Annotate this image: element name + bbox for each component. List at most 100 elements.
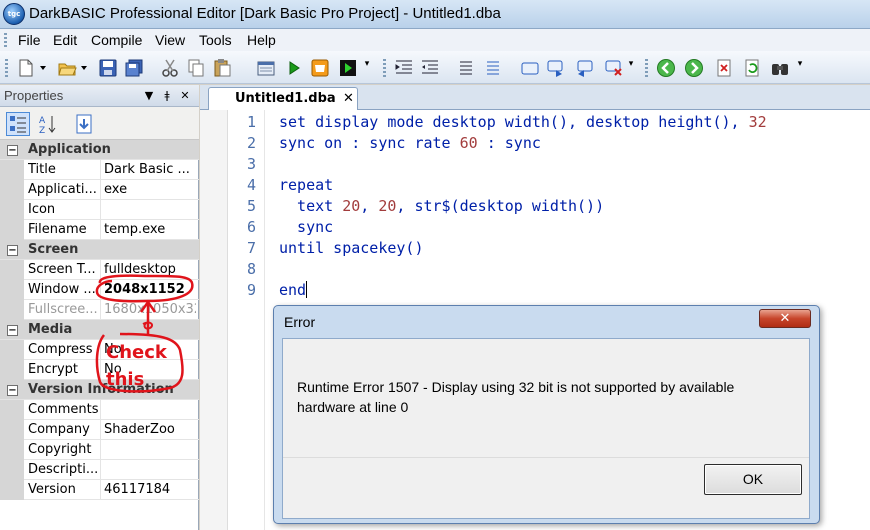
properties-panel: Properties ▼ ǂ ✕ AZ − Application Title Dar… xyxy=(0,85,199,530)
previous-bookmark-icon[interactable] xyxy=(574,58,594,78)
property-value[interactable]: ShaderZoo xyxy=(104,422,196,437)
property-category[interactable]: − Media xyxy=(0,320,199,340)
property-row[interactable]: Fullscree... 1680x1050x32 xyxy=(0,300,199,320)
property-value[interactable]: 2048x1152 xyxy=(104,282,196,297)
categorized-view-button[interactable] xyxy=(6,112,30,136)
panel-close-icon[interactable]: ✕ xyxy=(178,88,192,103)
property-name: Encrypt xyxy=(28,362,78,377)
property-divider xyxy=(100,220,101,240)
property-value[interactable]: 1680x1050x32 xyxy=(104,302,196,317)
code-line[interactable]: repeat xyxy=(279,176,333,194)
find-icon[interactable] xyxy=(770,58,790,78)
property-value[interactable]: Dark Basic ... xyxy=(104,162,196,177)
refresh-icon[interactable] xyxy=(742,58,762,78)
new-file-dropdown-icon[interactable] xyxy=(40,66,46,70)
bookmark-margin[interactable] xyxy=(200,110,228,530)
property-row[interactable]: Encrypt No xyxy=(0,360,199,380)
cut-icon[interactable] xyxy=(160,58,180,78)
toolbar-grip-2[interactable] xyxy=(383,59,386,77)
outdent-icon[interactable] xyxy=(420,58,440,78)
alphabetical-view-button[interactable]: AZ xyxy=(36,112,60,136)
property-value[interactable]: 46117184 xyxy=(104,482,196,497)
menu-help[interactable]: Help xyxy=(246,31,277,49)
pin-icon[interactable]: ǂ xyxy=(160,88,174,103)
property-row[interactable]: Screen T... fulldesktop xyxy=(0,260,199,280)
save-all-icon[interactable] xyxy=(124,58,144,78)
copy-icon[interactable] xyxy=(186,58,206,78)
step-icon[interactable] xyxy=(338,58,358,78)
property-name: Descripti... xyxy=(28,462,98,477)
toolbar-grip-3[interactable] xyxy=(645,59,648,77)
build-icon[interactable] xyxy=(310,58,330,78)
line-number: 1 xyxy=(246,113,256,131)
back-icon[interactable] xyxy=(656,58,676,78)
property-divider xyxy=(100,260,101,280)
menu-view[interactable]: View xyxy=(154,31,186,49)
property-row[interactable]: Filename temp.exe xyxy=(0,220,199,240)
save-icon[interactable] xyxy=(98,58,118,78)
code-line[interactable]: sync xyxy=(279,218,333,236)
property-row[interactable]: Version 46117184 xyxy=(0,480,199,500)
property-category[interactable]: − Version Information xyxy=(0,380,199,400)
run-icon[interactable] xyxy=(284,58,304,78)
app-icon[interactable]: tgc xyxy=(3,3,25,25)
toolbar-overflow-icon-2[interactable]: ▾ xyxy=(628,60,634,76)
menu-edit[interactable]: Edit xyxy=(52,31,78,49)
close-file-icon[interactable] xyxy=(714,58,734,78)
property-category[interactable]: − Screen xyxy=(0,240,199,260)
property-pages-button[interactable] xyxy=(72,112,96,136)
code-line[interactable]: until spacekey() xyxy=(279,239,424,257)
clear-bookmarks-icon[interactable] xyxy=(604,58,624,78)
property-category[interactable]: − Application xyxy=(0,140,199,160)
tab-close-icon[interactable]: ✕ xyxy=(343,91,354,106)
property-value[interactable]: exe xyxy=(104,182,196,197)
new-file-icon[interactable] xyxy=(16,58,36,78)
property-row[interactable]: Compress No xyxy=(0,340,199,360)
code-line[interactable]: sync on : sync rate 60 : sync xyxy=(279,134,541,152)
open-folder-dropdown-icon[interactable] xyxy=(81,66,87,70)
toolbar-grip[interactable] xyxy=(5,59,8,77)
code-line[interactable]: end xyxy=(279,281,308,299)
menu-file[interactable]: File xyxy=(17,31,42,49)
panel-menu-icon[interactable]: ▼ xyxy=(142,88,156,103)
property-row-gutter xyxy=(0,260,24,280)
code-line[interactable]: set display mode desktop width(), deskto… xyxy=(279,113,767,131)
toolbar-overflow-icon[interactable]: ▾ xyxy=(364,60,370,76)
bookmark-icon[interactable] xyxy=(520,58,540,78)
property-row-gutter xyxy=(0,420,24,440)
make-exe-icon[interactable] xyxy=(256,58,276,78)
property-row[interactable]: Descripti... xyxy=(0,460,199,480)
property-value[interactable]: temp.exe xyxy=(104,222,196,237)
property-value[interactable]: fulldesktop xyxy=(104,262,196,277)
code-line[interactable]: text 20, 20, str$(desktop width()) xyxy=(279,197,604,215)
property-row[interactable]: Icon xyxy=(0,200,199,220)
property-name: Screen T... xyxy=(28,262,96,277)
property-divider xyxy=(100,180,101,200)
toolbar-overflow-icon-3[interactable]: ▾ xyxy=(797,60,803,76)
property-row[interactable]: Copyright xyxy=(0,440,199,460)
forward-icon[interactable] xyxy=(684,58,704,78)
tab-untitled1[interactable]: Untitled1.dba ✕ xyxy=(208,87,358,111)
menu-tools[interactable]: Tools xyxy=(198,31,233,49)
collapse-toggle-icon[interactable]: − xyxy=(7,385,18,396)
property-value[interactable]: No xyxy=(104,342,196,357)
ok-button[interactable]: OK xyxy=(704,464,802,495)
dialog-close-button[interactable]: ✕ xyxy=(759,309,811,328)
indent-icon[interactable] xyxy=(394,58,414,78)
property-row[interactable]: Company ShaderZoo xyxy=(0,420,199,440)
property-row[interactable]: Window ... 2048x1152 xyxy=(0,280,199,300)
property-row[interactable]: Comments xyxy=(0,400,199,420)
menu-grip[interactable] xyxy=(4,33,7,47)
collapse-toggle-icon[interactable]: − xyxy=(7,245,18,256)
collapse-toggle-icon[interactable]: − xyxy=(7,145,18,156)
uncomment-icon[interactable] xyxy=(483,58,503,78)
comment-icon[interactable] xyxy=(456,58,476,78)
paste-icon[interactable] xyxy=(212,58,232,78)
next-bookmark-icon[interactable] xyxy=(546,58,566,78)
property-row[interactable]: Title Dark Basic ... xyxy=(0,160,199,180)
open-folder-icon[interactable] xyxy=(57,58,77,78)
collapse-toggle-icon[interactable]: − xyxy=(7,325,18,336)
property-value[interactable]: No xyxy=(104,362,196,377)
menu-compile[interactable]: Compile xyxy=(90,31,143,49)
property-row[interactable]: Applicati... exe xyxy=(0,180,199,200)
